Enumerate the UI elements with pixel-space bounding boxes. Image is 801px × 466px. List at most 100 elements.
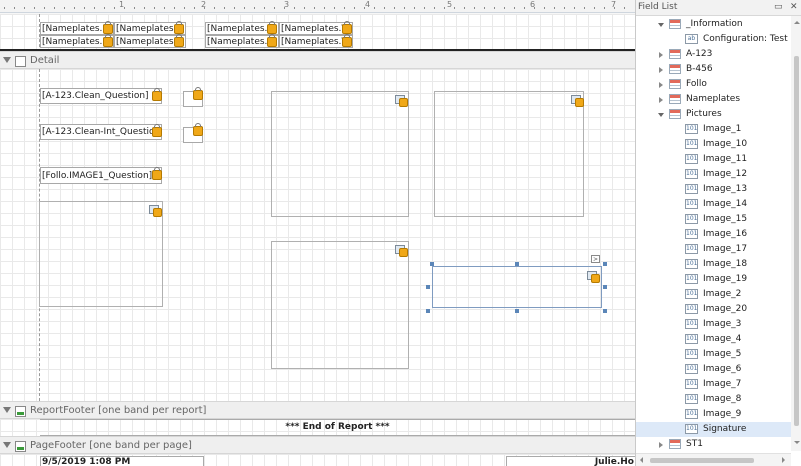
horizontal-scrollbar[interactable]: [636, 453, 791, 466]
picture-icon: [149, 205, 162, 217]
field-icon: 101: [685, 214, 698, 224]
tree-item-information[interactable]: _Information: [636, 17, 791, 32]
scroll-up-icon[interactable]: [794, 21, 800, 24]
resize-handle[interactable]: [515, 309, 519, 313]
ruler-number: 2: [201, 0, 207, 9]
ruler-tick: [4, 7, 5, 9]
ruler-tick: [334, 7, 335, 9]
resize-handle[interactable]: [603, 285, 607, 289]
scroll-down-icon[interactable]: [794, 441, 800, 444]
tree-item-field[interactable]: 101 Image_3: [636, 317, 791, 332]
tree-item-field[interactable]: 101 Image_6: [636, 362, 791, 377]
tree-item-field[interactable]: 101 Image_20: [636, 302, 791, 317]
tree-item-field[interactable]: 101 Image_13: [636, 182, 791, 197]
tree-item-table[interactable]: Nameplates: [636, 92, 791, 107]
tree-item-table[interactable]: A-123: [636, 47, 791, 62]
ruler-tick: [434, 7, 435, 9]
resize-handle[interactable]: [603, 262, 607, 266]
tree-item-st1[interactable]: ST1: [636, 437, 791, 452]
field-label: [A-123.Clean-Int_Question]: [42, 127, 162, 137]
resize-handle[interactable]: [426, 309, 430, 313]
tree-item-field[interactable]: 101 Image_10: [636, 137, 791, 152]
scroll-right-icon[interactable]: [782, 457, 785, 463]
tree-item-label: Image_16: [703, 229, 748, 239]
collapsed-triangle-icon[interactable]: [659, 52, 663, 58]
close-icon[interactable]: ✕: [790, 0, 798, 15]
end-of-report-label[interactable]: *** End of Report ***: [40, 419, 635, 436]
collapsed-triangle-icon[interactable]: [659, 82, 663, 88]
clean-question-field[interactable]: [A-123.Clean_Question]: [40, 88, 162, 104]
resize-handle[interactable]: [426, 285, 430, 289]
scroll-thumb[interactable]: [794, 56, 799, 426]
ruler-tick: [444, 7, 445, 9]
page-footer-date-field[interactable]: 9/5/2019 1:08 PM: [40, 456, 204, 466]
expanded-triangle-icon[interactable]: [658, 23, 664, 27]
tree-item-field[interactable]: 101 Image_17: [636, 242, 791, 257]
tree-item-field[interactable]: 101 Image_19: [636, 272, 791, 287]
field-icon: 101: [685, 244, 698, 254]
ruler-tick: [474, 7, 475, 9]
tree-item-configuration[interactable]: ab Configuration: Test 1: [636, 32, 796, 47]
follo-image1-field[interactable]: [Follo.IMAGE1_Question]: [40, 167, 162, 184]
ruler-tick: [354, 7, 355, 9]
tree-item-field[interactable]: 101 Image_8: [636, 392, 791, 407]
tree-item-field[interactable]: 101 Image_14: [636, 197, 791, 212]
expanded-triangle-icon[interactable]: [658, 113, 664, 117]
picture-box-2[interactable]: [271, 91, 409, 217]
detail-band-header[interactable]: Detail: [0, 51, 635, 69]
band-icon: [15, 441, 26, 452]
scroll-thumb[interactable]: [650, 458, 754, 463]
tree-item-label: Image_6: [703, 364, 742, 374]
smart-tag-button[interactable]: >: [591, 255, 600, 263]
ruler-tick: [74, 7, 75, 9]
resize-handle[interactable]: [603, 309, 607, 313]
collapsed-triangle-icon[interactable]: [659, 67, 663, 73]
tree-item-pictures[interactable]: Pictures: [636, 107, 791, 122]
tree-item-field[interactable]: 101 Image_11: [636, 152, 791, 167]
field-label: [A-123.Clean_Question]: [42, 91, 149, 101]
table-icon: [669, 439, 681, 449]
collapse-triangle-icon[interactable]: [3, 442, 11, 448]
field-list-panel[interactable]: Field List ▭ ✕ _Information ab Configurati…: [635, 0, 801, 466]
picture-box-1[interactable]: [39, 201, 163, 307]
collapse-triangle-icon[interactable]: [3, 407, 11, 413]
tree-item-field[interactable]: 101 Image_7: [636, 377, 791, 392]
resize-handle[interactable]: [515, 262, 519, 266]
tree-item-label: Follo: [686, 79, 707, 89]
signature-picture-box[interactable]: [432, 266, 602, 308]
collapsed-triangle-icon[interactable]: [659, 97, 663, 103]
tree-item-field[interactable]: 101 Image_5: [636, 347, 791, 362]
tree-item-field[interactable]: 101 Image_9: [636, 407, 791, 422]
pin-icon[interactable]: ▭: [774, 0, 783, 15]
picture-box-3[interactable]: [434, 91, 584, 217]
ruler-tick: [154, 7, 155, 9]
field-list-title: Field List: [638, 2, 678, 12]
tree-item-field[interactable]: 101 Image_15: [636, 212, 791, 227]
vertical-scrollbar[interactable]: [791, 16, 801, 451]
field-icon: 101: [685, 334, 698, 344]
ruler-number: 1: [119, 0, 125, 9]
report-designer[interactable]: 1 2 3 4 5 6 7 [Nameplates.F [Nameplates.V [Nam…: [0, 0, 635, 466]
ruler-tick: [394, 7, 395, 9]
ruler-tick: [54, 7, 55, 9]
tree-item-field[interactable]: 101 Image_18: [636, 257, 791, 272]
tree-item-field[interactable]: 101 Image_2: [636, 287, 791, 302]
picture-box-4[interactable]: [271, 241, 409, 369]
ruler-tick: [564, 7, 565, 9]
table-icon: [669, 109, 681, 119]
tree-item-field[interactable]: 101 Image_12: [636, 167, 791, 182]
collapsed-triangle-icon[interactable]: [659, 442, 663, 448]
tree-item-field[interactable]: 101 Image_16: [636, 227, 791, 242]
page-footer-user-field[interactable]: Julie.Ho: [506, 456, 635, 466]
tree-item-field[interactable]: 101 Image_4: [636, 332, 791, 347]
tree-item-field[interactable]: 101 Signature: [636, 422, 791, 437]
clean-int-question-field[interactable]: [A-123.Clean-Int_Question]: [40, 124, 162, 140]
tree-item-field[interactable]: 101 Image_1: [636, 122, 791, 137]
collapse-triangle-icon[interactable]: [3, 57, 11, 63]
page-footer-band-header[interactable]: PageFooter [one band per page]: [0, 436, 635, 454]
resize-handle[interactable]: [430, 262, 434, 266]
tree-item-table[interactable]: Follo: [636, 77, 791, 92]
tree-item-table[interactable]: B-456: [636, 62, 791, 77]
scroll-left-icon[interactable]: [640, 457, 643, 463]
report-footer-band-header[interactable]: ReportFooter [one band per report]: [0, 401, 635, 419]
